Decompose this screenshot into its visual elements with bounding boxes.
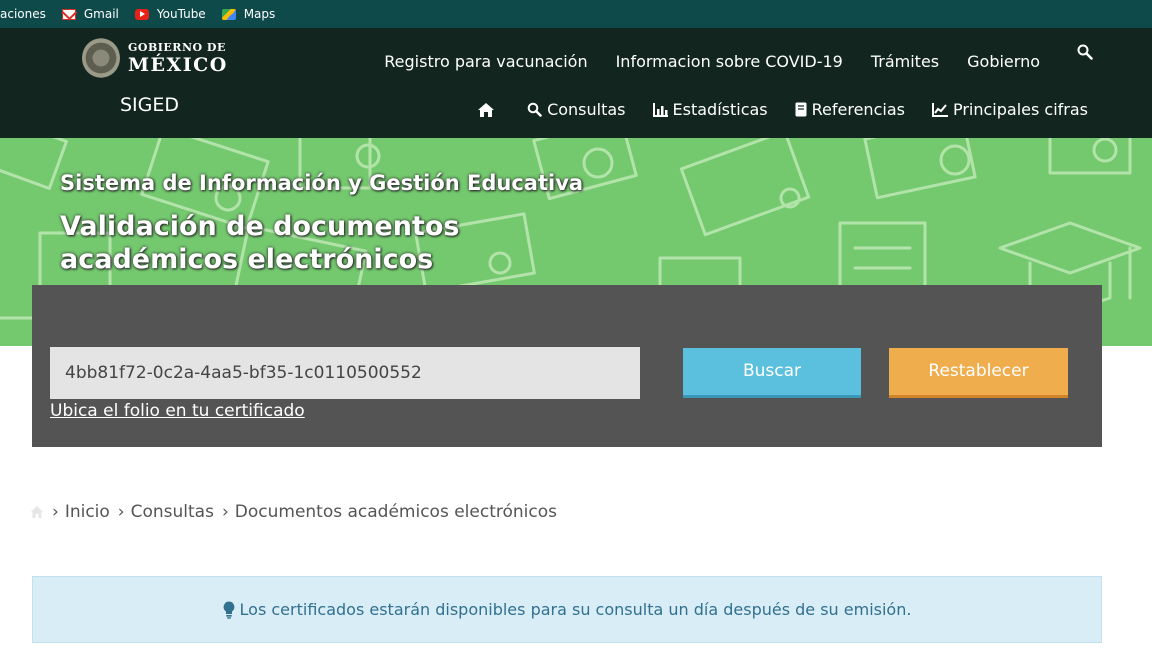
search-icon — [527, 102, 542, 117]
nav-consultas-label: Consultas — [547, 100, 626, 119]
bookmark-label: aciones — [0, 7, 46, 21]
reset-button[interactable]: Restablecer — [889, 348, 1068, 398]
nav-registro-vacunacion[interactable]: Registro para vacunación — [384, 52, 587, 71]
nav-informacion-covid[interactable]: Informacion sobre COVID-19 — [616, 52, 843, 71]
folio-search-panel: Ubica el folio en tu certificado Buscar … — [32, 285, 1102, 447]
breadcrumb-inicio[interactable]: Inicio — [65, 502, 110, 522]
home-icon[interactable] — [30, 505, 44, 519]
nav-estadisticas[interactable]: Estadísticas — [652, 100, 768, 119]
info-alert: Los certificados estarán disponibles par… — [32, 576, 1102, 643]
logo-line-2: MÉXICO — [128, 53, 228, 76]
sub-nav: Consultas Estadísticas Referencias Princ… — [450, 100, 1088, 119]
search-button[interactable]: Buscar — [683, 348, 861, 398]
bookmark-gmail[interactable]: Gmail — [61, 7, 119, 21]
bookmark-label: Maps — [243, 7, 276, 21]
nav-referencias-label: Referencias — [811, 100, 905, 119]
bookmark-label: Gmail — [83, 7, 119, 21]
nav-estadisticas-label: Estadísticas — [672, 100, 768, 119]
gmail-icon — [61, 8, 76, 20]
nav-home[interactable] — [477, 102, 500, 118]
bookmarks-bar: aciones Gmail YouTube Maps — [0, 0, 1152, 28]
lightbulb-icon — [223, 601, 234, 619]
home-icon — [478, 102, 495, 117]
breadcrumb-documentos: Documentos académicos electrónicos — [234, 502, 557, 522]
site-name[interactable]: SIGED — [120, 94, 179, 116]
bookmark-aplicaciones[interactable]: aciones — [0, 7, 46, 21]
folio-input[interactable] — [50, 347, 640, 399]
youtube-icon — [134, 8, 149, 20]
nav-referencias[interactable]: Referencias — [795, 100, 905, 119]
banner-subtitle: Sistema de Información y Gestión Educati… — [60, 171, 584, 195]
book-icon — [795, 102, 807, 117]
national-seal-icon — [82, 38, 120, 78]
chevron-right-icon: › — [221, 502, 229, 522]
maps-icon — [221, 8, 236, 20]
breadcrumb: › Inicio › Consultas › Documentos académ… — [30, 502, 557, 522]
nav-principales-cifras[interactable]: Principales cifras — [931, 100, 1088, 119]
line-chart-icon — [931, 102, 948, 117]
banner-title: Validación de documentos académicos elec… — [60, 211, 460, 275]
bar-chart-icon — [652, 102, 668, 117]
site-header: GOBIERNO DE MÉXICO SIGED Registro para v… — [0, 28, 1152, 138]
nav-tramites[interactable]: Trámites — [871, 52, 939, 71]
nav-consultas[interactable]: Consultas — [527, 100, 626, 119]
chevron-right-icon: › — [52, 502, 59, 522]
chevron-right-icon: › — [117, 502, 125, 522]
bookmark-youtube[interactable]: YouTube — [134, 7, 206, 21]
alert-message: Los certificados estarán disponibles par… — [239, 600, 912, 619]
logo-line-1: GOBIERNO DE — [128, 40, 226, 54]
search-icon[interactable] — [1077, 44, 1093, 60]
bookmark-label: YouTube — [156, 7, 206, 21]
folio-help-link[interactable]: Ubica el folio en tu certificado — [50, 401, 305, 421]
gobierno-logo[interactable]: GOBIERNO DE MÉXICO — [82, 38, 228, 78]
breadcrumb-consultas[interactable]: Consultas — [131, 502, 214, 522]
top-nav: Registro para vacunación Informacion sob… — [356, 52, 1040, 71]
bookmark-maps[interactable]: Maps — [221, 7, 276, 21]
nav-gobierno[interactable]: Gobierno — [967, 52, 1040, 71]
nav-principales-cifras-label: Principales cifras — [952, 100, 1088, 119]
